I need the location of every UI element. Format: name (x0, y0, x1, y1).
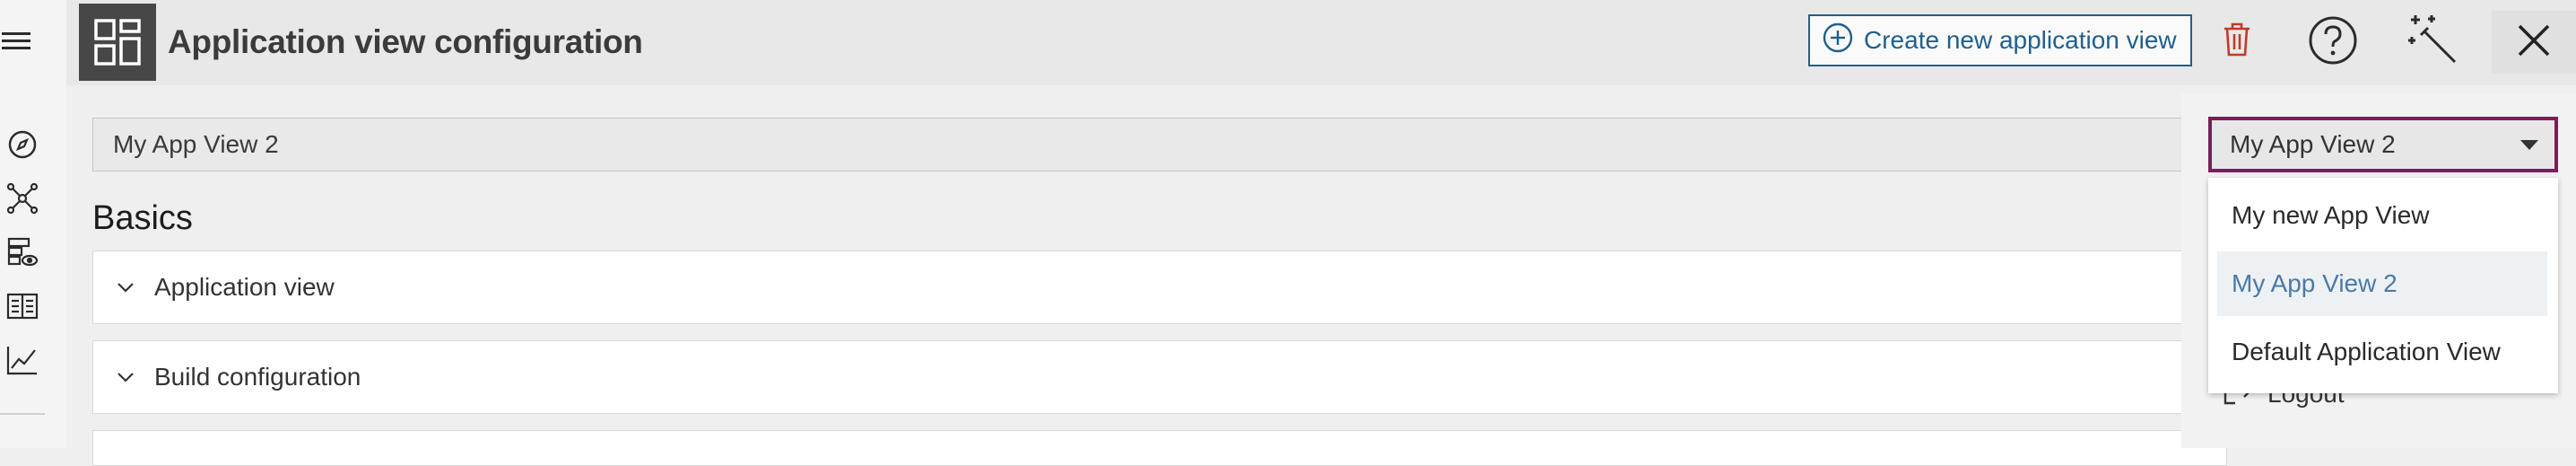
chevron-down-icon (108, 282, 144, 293)
server-view-icon[interactable] (3, 233, 42, 272)
add-circle-icon (1823, 22, 1853, 59)
app-view-dropdown-menu: My new App View My App View 2 Default Ap… (2208, 178, 2558, 393)
book-icon[interactable] (3, 286, 42, 326)
caret-down-icon (2520, 140, 2538, 150)
dashboard-icon (79, 4, 156, 81)
create-button-label: Create new application view (1864, 26, 2177, 54)
close-icon (2516, 22, 2552, 63)
delete-button[interactable] (2214, 16, 2260, 66)
select-value: My App View 2 (2230, 130, 2396, 158)
create-application-view-button[interactable]: Create new application view (1808, 14, 2192, 66)
rail-divider (0, 413, 45, 415)
panel-build-configuration[interactable]: Build configuration (92, 340, 2227, 414)
menu-icon[interactable] (0, 18, 34, 63)
chevron-down-icon (108, 372, 144, 382)
compass-icon[interactable] (3, 125, 42, 164)
panel-label: Application view (154, 273, 335, 301)
dropdown-option[interactable]: My new App View (2208, 183, 2558, 248)
trash-icon (2224, 22, 2250, 61)
dropdown-option[interactable]: Default Application View (2208, 320, 2558, 384)
page-title: Application view configuration (168, 23, 643, 60)
help-button[interactable] (2302, 11, 2364, 74)
left-nav-rail (0, 0, 66, 448)
panel-partial[interactable] (92, 430, 2227, 466)
section-title: Basics (92, 199, 193, 237)
magic-wand-button[interactable] (2402, 11, 2465, 74)
help-icon (2308, 15, 2358, 70)
chart-icon[interactable] (3, 340, 42, 380)
view-name-field[interactable]: My App View 2 (92, 118, 2227, 171)
magic-wand-icon (2406, 13, 2460, 72)
panel-application-view[interactable]: Application view (92, 251, 2227, 324)
network-icon[interactable] (3, 179, 42, 218)
panel-label: Build configuration (154, 363, 361, 391)
dropdown-option-selected[interactable]: My App View 2 (2217, 251, 2547, 316)
close-button[interactable] (2492, 11, 2576, 74)
app-view-select[interactable]: My App View 2 (2208, 117, 2558, 172)
